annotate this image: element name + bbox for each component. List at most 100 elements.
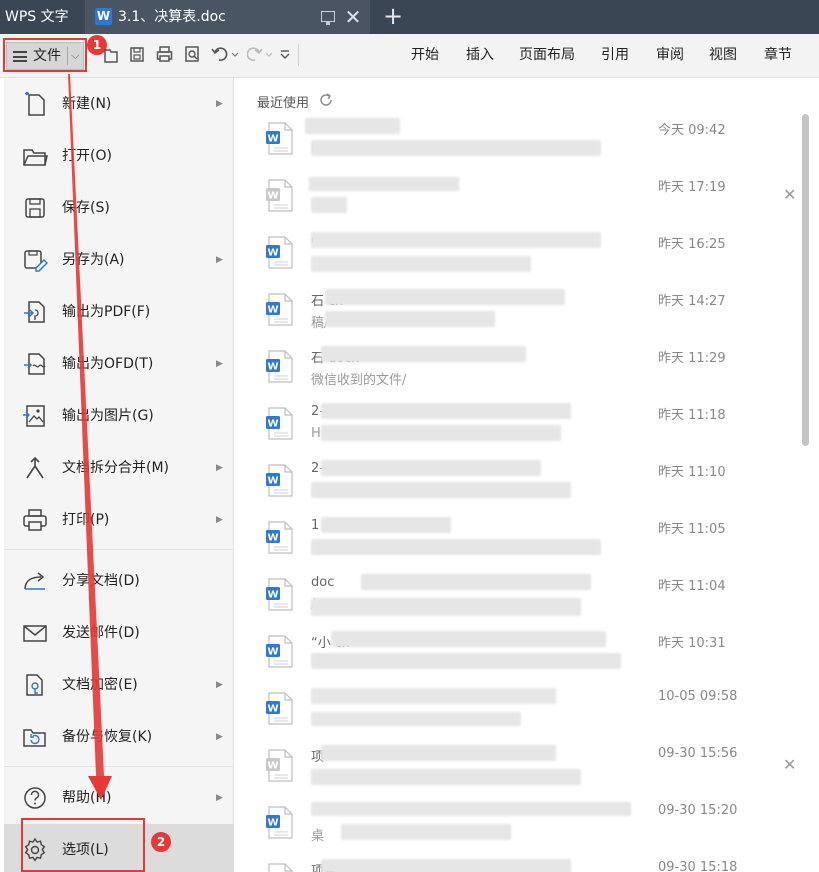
print-preview-icon[interactable] — [184, 44, 201, 64]
recent-file-time: 09-30 15:56 — [658, 746, 738, 761]
menu-item-split-merge[interactable]: 文档拆分合并(M) ▶ — [4, 442, 234, 494]
tab-references[interactable]: 引用 — [601, 45, 629, 65]
redaction-blur — [311, 140, 601, 156]
menu-item-export-pdf[interactable]: 输出为PDF(F) — [4, 286, 234, 338]
submenu-arrow-icon: ▶ — [216, 255, 223, 265]
menu-item-open[interactable]: 打开(O) — [4, 130, 234, 182]
menu-item-options[interactable]: 选项(L) — [4, 824, 234, 872]
recent-file-time: 昨天 16:25 — [658, 237, 726, 252]
recent-file-row[interactable]: W“小 cx昨天 10:31 — [235, 627, 800, 684]
file-menu-label: 文件 — [33, 48, 61, 64]
tab-home[interactable]: 开始 — [411, 45, 439, 65]
menu-item-label: 另存为(A) — [62, 252, 125, 268]
file-menu-panel: 新建(N) ▶ 打开(O) 保存(S) 另存为(A) ▶ 输出为PDF(F) 输… — [4, 78, 234, 872]
word-document-icon: W — [266, 806, 293, 839]
scrollbar[interactable] — [802, 114, 809, 446]
close-tab-icon[interactable]: ✕ — [343, 0, 363, 34]
share-icon — [24, 572, 45, 590]
recent-file-time: 昨天 11:04 — [658, 579, 726, 594]
recent-file-time: 昨天 11:18 — [658, 408, 726, 423]
pin-icon[interactable] — [321, 11, 335, 25]
remove-recent-icon[interactable]: ✕ — [783, 185, 796, 204]
menu-item-save[interactable]: 保存(S) — [4, 182, 234, 234]
tab-review[interactable]: 审阅 — [656, 45, 684, 65]
word-document-icon: W — [266, 635, 293, 668]
submenu-arrow-icon: ▶ — [216, 463, 223, 473]
open-folder-icon[interactable] — [103, 44, 119, 64]
undo-icon[interactable] — [211, 44, 239, 64]
menu-item-export-image[interactable]: 输出为图片(G) — [4, 390, 234, 442]
document-tab-title: 3.1、决算表.doc — [118, 9, 226, 25]
recent-file-row[interactable]: Wdoc昨天 16:25 — [235, 228, 800, 285]
divider — [67, 47, 68, 65]
file-menu-button[interactable]: 文件 ⌵ — [6, 42, 84, 70]
redaction-blur — [311, 769, 581, 785]
menu-item-backup-restore[interactable]: 备份与恢复(K) ▶ — [4, 711, 234, 763]
split-merge-icon — [26, 456, 44, 479]
recent-file-row[interactable]: Wdoc/昨天 11:04 — [235, 570, 800, 627]
recent-file-row[interactable]: W2- c昨天 11:10 — [235, 456, 800, 513]
tab-section[interactable]: 章节 — [764, 45, 792, 65]
remove-recent-icon[interactable]: ✕ — [783, 755, 796, 774]
redo-icon[interactable] — [247, 44, 273, 64]
menu-item-label: 分享文档(D) — [62, 573, 140, 589]
refresh-icon[interactable] — [318, 92, 334, 108]
submenu-arrow-icon: ▶ — [216, 793, 223, 803]
menu-item-share[interactable]: 分享文档(D) — [4, 555, 234, 607]
recent-file-time: 昨天 11:05 — [658, 522, 726, 537]
recent-file-row[interactable]: W1 oc昨天 11:05 — [235, 513, 800, 570]
menu-item-label: 输出为图片(G) — [62, 408, 154, 424]
menu-item-new[interactable]: 新建(N) ▶ — [4, 78, 234, 130]
save-as-icon — [24, 250, 48, 272]
svg-text:W: W — [267, 305, 278, 316]
title-bar: WPS 文字 W 3.1、决算表.doc ✕ + — [0, 0, 819, 34]
word-document-icon: W — [266, 293, 293, 326]
step-badge-2: 2 — [151, 832, 171, 852]
recent-file-row[interactable]: W 桌 09-30 15:20 — [235, 798, 800, 855]
tab-page-layout[interactable]: 页面布局 — [519, 45, 575, 65]
menu-item-label: 输出为PDF(F) — [62, 304, 151, 320]
redaction-blur — [331, 631, 606, 647]
print-icon — [23, 509, 47, 531]
word-document-icon: W — [266, 749, 293, 782]
export-pdf-icon — [24, 301, 45, 323]
menu-item-label: 发送邮件(D) — [62, 625, 140, 641]
word-document-icon: W — [266, 521, 293, 554]
save-as-icon[interactable] — [129, 44, 145, 64]
menu-item-export-ofd[interactable]: 输出为OFD(T) ▶ — [4, 338, 234, 390]
recent-file-path: 桌 — [311, 829, 325, 844]
app-tab-wps[interactable]: WPS 文字 — [0, 0, 84, 34]
open-folder-icon — [23, 149, 48, 166]
submenu-arrow-icon: ▶ — [216, 732, 223, 742]
recent-file-row[interactable]: WH今天 09:42 — [235, 114, 800, 171]
recent-file-row[interactable]: W 10-05 09:58 — [235, 684, 800, 741]
recent-file-row[interactable]: Wcx昨天 17:19✕ — [235, 171, 800, 228]
menu-item-send-email[interactable]: 发送邮件(D) — [4, 607, 234, 659]
tab-insert[interactable]: 插入 — [466, 45, 494, 65]
print-icon[interactable] — [156, 44, 173, 64]
menu-item-save-as[interactable]: 另存为(A) ▶ — [4, 234, 234, 286]
svg-text:W: W — [267, 362, 278, 373]
recent-file-row[interactable]: W2-H /昨天 11:18 — [235, 399, 800, 456]
recent-file-row[interactable]: W石 cx稿/昨天 14:27 — [235, 285, 800, 342]
menu-item-encrypt[interactable]: 文档加密(E) ▶ — [4, 659, 234, 711]
new-tab-button[interactable]: + — [380, 0, 406, 34]
document-tab[interactable]: W 3.1、决算表.doc ✕ — [85, 0, 370, 34]
recent-file-row[interactable]: W 项 09-30 15:56 ✕ — [235, 741, 800, 798]
menu-item-print[interactable]: 打印(P) ▶ — [4, 494, 234, 546]
lock-document-icon — [26, 674, 43, 696]
chevron-down-icon[interactable]: ⌵ — [71, 43, 83, 69]
tab-view[interactable]: 视图 — [709, 45, 737, 65]
redaction-blur — [311, 256, 531, 272]
recent-file-row[interactable]: W项目09-30 15:18 — [235, 855, 800, 872]
recent-file-time: 昨天 14:27 — [658, 294, 726, 309]
menu-item-label: 新建(N) — [62, 96, 112, 112]
redaction-blur — [311, 197, 347, 213]
recent-file-row[interactable]: W石 docx微信收到的文件/昨天 11:29 — [235, 342, 800, 399]
menu-item-help[interactable]: 帮助(H) ▶ — [4, 772, 234, 824]
redaction-blur — [341, 824, 511, 840]
redaction-blur — [321, 517, 451, 533]
word-document-icon: W — [266, 179, 293, 212]
app-name: WPS 文字 — [5, 9, 69, 25]
customize-toolbar-icon[interactable] — [278, 44, 292, 64]
